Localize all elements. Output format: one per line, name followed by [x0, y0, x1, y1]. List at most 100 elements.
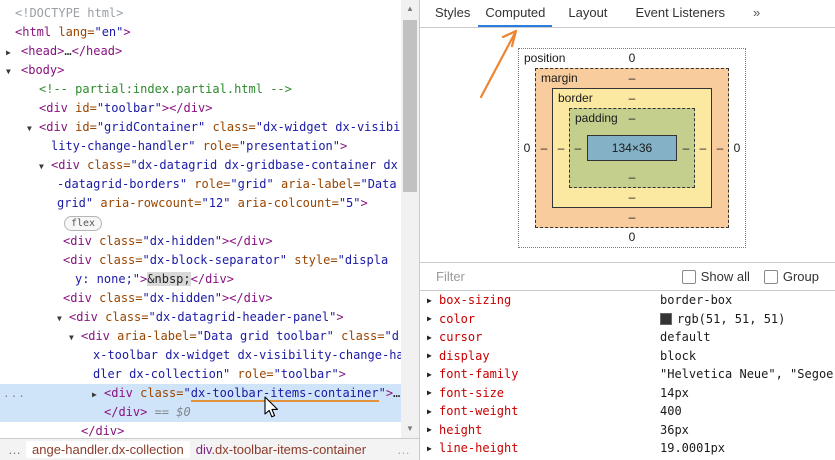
- tab-event-listeners[interactable]: Event Listeners: [628, 0, 732, 27]
- group-label[interactable]: Group: [783, 269, 819, 284]
- code-segment-attr: class=: [99, 291, 142, 305]
- collapse-arrow-icon[interactable]: ▼: [39, 157, 44, 176]
- code-segment-tag: >: [386, 386, 393, 400]
- dom-tree-line[interactable]: <div class="dx-hidden"></div>: [0, 232, 419, 251]
- dom-tree-line[interactable]: dler dx-collection" role="toolbar">: [0, 365, 419, 384]
- expand-arrow-icon[interactable]: ▶: [427, 333, 439, 342]
- border-right-value[interactable]: –: [695, 108, 711, 188]
- breadcrumb-overflow-right[interactable]: …: [397, 442, 411, 457]
- dom-tree-line[interactable]: <!DOCTYPE html>: [0, 4, 419, 23]
- dom-tree-line[interactable]: ▼<div aria-label="Data grid toolbar" cla…: [0, 327, 419, 346]
- computed-property-row[interactable]: ▶font-weight400: [420, 402, 835, 421]
- breadcrumb-item[interactable]: div.dx-toolbar-items-container: [190, 441, 372, 458]
- border-label: border: [558, 89, 593, 108]
- more-actions-icon[interactable]: ...: [3, 384, 26, 403]
- expand-arrow-icon[interactable]: ▶: [427, 444, 439, 453]
- more-tabs-icon[interactable]: »: [746, 0, 767, 27]
- dom-tree-line[interactable]: grid" aria-rowcount="12" aria-colcount="…: [0, 194, 419, 213]
- dom-tree-line[interactable]: ▼<body>: [0, 61, 419, 80]
- border-bottom-value[interactable]: –: [629, 190, 636, 204]
- box-model-border[interactable]: border – – padding –: [552, 88, 712, 208]
- dom-tree-line[interactable]: <div id="toolbar"></div>: [0, 99, 419, 118]
- border-top-value[interactable]: –: [629, 91, 636, 105]
- dom-tree-line[interactable]: ▼<div id="gridContainer" class="dx-widge…: [0, 118, 419, 137]
- dom-tree-line[interactable]: ▼<div class="dx-datagrid dx-gridbase-con…: [0, 156, 419, 175]
- computed-property-row[interactable]: ▶font-size14px: [420, 384, 835, 403]
- dom-tree-line[interactable]: -datagrid-borders" role="grid" aria-labe…: [0, 175, 419, 194]
- scrollbar-thumb[interactable]: [403, 20, 417, 192]
- code-segment-com: <!-- partial:index.partial.html -->: [39, 82, 292, 96]
- dom-tree-line[interactable]: ▶<head>…</head>: [0, 42, 419, 61]
- padding-right-value[interactable]: –: [678, 128, 694, 168]
- breadcrumb-item[interactable]: ange-handler.dx-collection: [26, 441, 190, 458]
- computed-property-row[interactable]: ▶font-family"Helvetica Neue", "Segoe: [420, 365, 835, 384]
- dom-tree-line[interactable]: </div>: [0, 422, 419, 438]
- padding-bottom-value[interactable]: –: [629, 170, 636, 184]
- expand-arrow-icon[interactable]: ▶: [427, 425, 439, 434]
- flex-badge[interactable]: flex: [64, 216, 102, 231]
- position-bottom-value[interactable]: 0: [629, 230, 636, 244]
- computed-property-row[interactable]: ▶height36px: [420, 421, 835, 440]
- code-segment-attr: id=: [75, 120, 97, 134]
- show-all-checkbox[interactable]: [682, 270, 696, 284]
- expand-arrow-icon[interactable]: ▶: [427, 407, 439, 416]
- box-model-content[interactable]: 134×36: [587, 135, 677, 161]
- property-name: color: [439, 312, 660, 326]
- expand-arrow-icon[interactable]: ▶: [427, 388, 439, 397]
- dom-tree-line[interactable]: ▼<div class="dx-datagrid-header-panel">: [0, 308, 419, 327]
- margin-top-value[interactable]: –: [629, 71, 636, 85]
- padding-left-value[interactable]: –: [570, 128, 586, 168]
- expand-arrow-icon[interactable]: ▶: [6, 43, 11, 62]
- filter-input[interactable]: [434, 268, 682, 285]
- expand-arrow-icon[interactable]: ▶: [427, 296, 439, 305]
- scroll-up-icon[interactable]: ▲: [401, 2, 419, 16]
- dom-tree-line[interactable]: flex: [0, 213, 419, 232]
- position-top-value[interactable]: 0: [629, 51, 636, 65]
- box-model-margin[interactable]: margin – – border – –: [535, 68, 729, 228]
- box-model-padding[interactable]: padding – – 134×36 –: [569, 108, 695, 188]
- collapse-arrow-icon[interactable]: ▼: [27, 119, 32, 138]
- code-segment-val: "dx-widget dx-visibi: [256, 120, 401, 134]
- tab-computed[interactable]: Computed: [478, 0, 552, 27]
- padding-top-value[interactable]: –: [629, 111, 636, 125]
- expand-arrow-icon[interactable]: ▶: [92, 385, 97, 404]
- computed-property-row[interactable]: ▶box-sizingborder-box: [420, 291, 835, 310]
- scroll-down-icon[interactable]: ▼: [401, 422, 419, 436]
- border-left-value[interactable]: –: [553, 108, 569, 188]
- dom-tree-line[interactable]: <html lang="en">: [0, 23, 419, 42]
- expand-arrow-icon[interactable]: ▶: [427, 370, 439, 379]
- computed-property-row[interactable]: ▶line-height19.0001px: [420, 439, 835, 458]
- computed-property-row[interactable]: ▶cursordefault: [420, 328, 835, 347]
- property-value: 400: [660, 404, 682, 418]
- margin-right-value[interactable]: –: [712, 88, 728, 208]
- dom-tree-line[interactable]: y: none;">&nbsp;</div>: [0, 270, 419, 289]
- collapse-arrow-icon[interactable]: ▼: [69, 328, 74, 347]
- tab-styles[interactable]: Styles: [428, 0, 477, 27]
- computed-property-row[interactable]: ▶colorrgb(51, 51, 51): [420, 310, 835, 329]
- box-model-position[interactable]: position 0 0 margin – –: [518, 48, 746, 248]
- breadcrumb-overflow-left[interactable]: …: [8, 442, 22, 457]
- show-all-label[interactable]: Show all: [701, 269, 750, 284]
- code-segment-plain: [274, 177, 281, 191]
- expand-arrow-icon[interactable]: ▶: [427, 351, 439, 360]
- dom-tree-line[interactable]: ...▶<div class="dx-toolbar-items-contain…: [0, 384, 419, 403]
- margin-bottom-value[interactable]: –: [629, 210, 636, 224]
- dom-tree-line[interactable]: lity-change-handler" role="presentation"…: [0, 137, 419, 156]
- position-right-value[interactable]: 0: [729, 68, 745, 228]
- collapse-arrow-icon[interactable]: ▼: [6, 62, 11, 81]
- dom-tree-line[interactable]: </div> == $0: [0, 403, 419, 422]
- tab-layout[interactable]: Layout: [561, 0, 614, 27]
- dom-tree-scrollbar[interactable]: ▲ ▼: [401, 0, 419, 438]
- margin-left-value[interactable]: –: [536, 88, 552, 208]
- dom-tree-line[interactable]: <div class="dx-hidden"></div>: [0, 289, 419, 308]
- collapse-arrow-icon[interactable]: ▼: [57, 309, 62, 328]
- expand-arrow-icon[interactable]: ▶: [427, 314, 439, 323]
- dom-tree-line[interactable]: <!-- partial:index.partial.html -->: [0, 80, 419, 99]
- position-left-value[interactable]: 0: [519, 68, 535, 228]
- computed-property-row[interactable]: ▶displayblock: [420, 347, 835, 366]
- dom-tree-line[interactable]: <div class="dx-block-separator" style="d…: [0, 251, 419, 270]
- property-value: 36px: [660, 423, 689, 437]
- group-checkbox[interactable]: [764, 270, 778, 284]
- code-segment-attr: class=: [99, 253, 142, 267]
- dom-tree-line[interactable]: x-toolbar dx-widget dx-visibility-change…: [0, 346, 419, 365]
